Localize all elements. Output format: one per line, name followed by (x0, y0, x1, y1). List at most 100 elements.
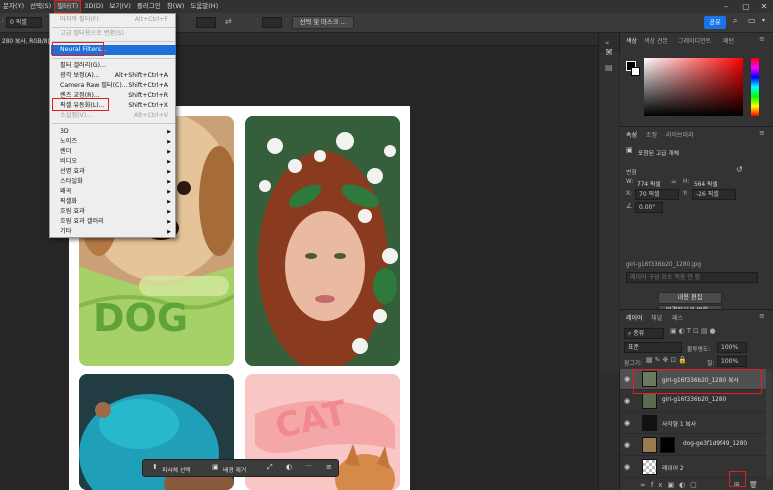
menu-item-lens-correction[interactable]: 렌즈 교정(R)... Shift+Ctrl+R (51, 91, 176, 101)
eye-icon[interactable]: ◉ (624, 397, 630, 405)
menu-item-neural-filters[interactable]: Neural Filters... (51, 45, 176, 55)
link-icon[interactable]: ∞ (671, 178, 677, 186)
menu-item-3d[interactable]: 3D ▶ (51, 127, 176, 137)
tab-layers[interactable]: 레이어 (626, 313, 643, 322)
layer-filter-kind[interactable]: ⌕ 종류 (624, 328, 664, 339)
eye-icon[interactable]: ◉ (624, 375, 630, 383)
layer-name[interactable]: girl-g16f336b20_1280 복사 (662, 375, 739, 384)
tab-properties[interactable]: 속성 (626, 130, 637, 139)
height-input[interactable] (262, 17, 282, 28)
transform-icon[interactable]: ⤢ (267, 463, 273, 472)
menu-item-stylize[interactable]: 스타일화 ▶ (51, 177, 176, 187)
fill-input[interactable]: 100% (717, 356, 747, 367)
blend-mode-select[interactable]: 표준 (624, 342, 682, 353)
tab-adjustments[interactable]: 조정 (646, 130, 657, 139)
reset-icon[interactable]: ↺ (736, 165, 743, 174)
menu-item-sharpen[interactable]: 선명 효과 ▶ (51, 167, 176, 177)
eye-icon[interactable]: ◉ (624, 463, 630, 471)
more-options-button[interactable]: ··· (306, 464, 312, 470)
menu-select[interactable]: 선택(S) (27, 0, 54, 13)
layer-comp-select[interactable]: 레이어 구성 요소 적용 안 함 (626, 272, 758, 283)
collapse-icon[interactable]: « (605, 39, 609, 47)
menu-filter[interactable]: 필터(T) (54, 0, 82, 13)
layer-filter-icons[interactable]: ▣◐T⊡▤● (670, 327, 718, 335)
feather-input[interactable]: 0 픽셀 (6, 17, 42, 28)
width-input[interactable] (196, 17, 216, 28)
menu-item-vanishing-point[interactable]: 소실점(V)... Alt+Ctrl+V (51, 111, 176, 121)
new-layer-icon[interactable]: ⊞ (734, 481, 740, 489)
menu-type[interactable]: 문자(Y) (0, 0, 27, 13)
color-field[interactable] (644, 58, 743, 116)
menu-item-noise[interactable]: 노이즈 ▶ (51, 137, 176, 147)
layer-name[interactable]: 레이어 2 (662, 463, 684, 472)
search-icon[interactable]: ⌕ (733, 16, 737, 26)
background-color-swatch[interactable] (631, 67, 640, 76)
menu-item-render[interactable]: 렌더 ▶ (51, 147, 176, 157)
menu-3d[interactable]: 3D(D) (81, 0, 106, 13)
layers-scrollbar[interactable] (766, 369, 772, 479)
menu-item-filter-gallery[interactable]: 필터 갤러리(G)... (51, 61, 176, 71)
y-input[interactable]: -26 픽셀 (692, 189, 736, 200)
remove-background-button[interactable]: 배경 제거 (223, 465, 246, 474)
lock-icons[interactable]: ▦✎✥⊡🔒 (646, 356, 689, 364)
opacity-input[interactable]: 100% (717, 342, 747, 353)
eye-icon[interactable]: ◉ (624, 419, 630, 427)
w-value[interactable]: 774 픽셀 (637, 179, 661, 188)
settings-icon[interactable]: ≡ (326, 463, 332, 471)
layer-row[interactable]: ◉ girl-g16f336b20_1280 복사 (620, 369, 766, 390)
menu-item-last-filter[interactable]: 마지막 필터(F) Alt+Ctrl+F (51, 15, 176, 25)
menu-item-camera-raw[interactable]: Camera Raw 필터(C)... Shift+Ctrl+A (51, 81, 176, 91)
menu-item-distort[interactable]: 왜곡 ▶ (51, 187, 176, 197)
menu-item-liquify[interactable]: 픽셀 유동화(L)... Shift+Ctrl+X (51, 101, 176, 111)
layer-row[interactable]: ◉ 레이어 2 (620, 457, 766, 478)
x-input[interactable]: 70 픽셀 (635, 189, 679, 200)
panel-menu-icon[interactable]: ≡ (759, 312, 765, 320)
tab-color[interactable]: 색상 (626, 36, 637, 45)
menu-view[interactable]: 보기(V) (106, 0, 133, 13)
eye-icon[interactable]: ◉ (624, 441, 630, 449)
select-subject-button[interactable]: 피사체 선택 (162, 465, 191, 474)
menu-item-pixelate[interactable]: 픽셀화 ▶ (51, 197, 176, 207)
tab-paths[interactable]: 패스 (672, 313, 683, 322)
panel-menu-icon[interactable]: ≡ (759, 35, 765, 43)
adjust-icon[interactable]: ◐ (286, 463, 292, 471)
menu-item-adaptive-wide-angle[interactable]: 광각 보정(A)... Alt+Shift+Ctrl+A (51, 71, 176, 81)
layer-name[interactable]: 사각형 1 복사 (662, 419, 696, 428)
menu-window[interactable]: 창(W) (164, 0, 187, 13)
close-icon[interactable]: ✕ (754, 0, 773, 13)
layer-name[interactable]: girl-g16f336b20_1280 (662, 397, 726, 403)
chevron-down-icon[interactable]: ▾ (762, 17, 765, 24)
angle-input[interactable]: 0.00° (635, 202, 663, 213)
minimize-icon[interactable]: – (716, 0, 736, 13)
layer-row[interactable]: ◉ 사각형 1 복사 (620, 413, 766, 434)
menu-item-blur[interactable]: 흐림 효과 ▶ (51, 207, 176, 217)
menu-item-blur-gallery[interactable]: 흐림 효과 갤러리 ▶ (51, 217, 176, 227)
document-tab[interactable]: 280 복사, RGB/8) (2, 36, 50, 45)
hue-slider[interactable] (751, 58, 759, 116)
menu-help[interactable]: 도움말(H) (187, 0, 221, 13)
tab-libraries[interactable]: 라이브러리 (666, 130, 694, 139)
tab-patterns[interactable]: 패턴 (723, 36, 734, 45)
layer-footer-icons[interactable]: ∞fx▣◐▢ (640, 481, 702, 489)
panel-menu-icon[interactable]: ≡ (759, 129, 765, 137)
select-and-mask-button[interactable]: 선택 및 마스크 ... (292, 16, 354, 29)
trash-icon[interactable]: 🗑 (749, 481, 758, 489)
tab-gradients[interactable]: 그레이디언트 (678, 36, 711, 45)
tab-swatches[interactable]: 색상 견본 (644, 36, 668, 45)
tab-channels[interactable]: 채널 (651, 313, 662, 322)
h-value[interactable]: 564 픽셀 (694, 179, 718, 188)
swap-icon[interactable]: ⇄ (225, 17, 232, 26)
maximize-icon[interactable]: ▢ (736, 0, 756, 13)
workspace-icon[interactable]: ▭ (748, 16, 756, 25)
opacity-label: 불투명도: (687, 347, 711, 353)
edit-contents-button[interactable]: 내용 편집 (658, 292, 722, 304)
menu-plugins[interactable]: 플러그인 (134, 0, 164, 13)
layer-row[interactable]: ◉ girl-g16f336b20_1280 (620, 391, 766, 412)
menu-item-other[interactable]: 기타 ▶ (51, 227, 176, 237)
layer-row[interactable]: ◉ dog-ge3f1d9f49_1280 (620, 435, 766, 456)
layer-name[interactable]: dog-ge3f1d9f49_1280 (683, 441, 747, 447)
strip-scrollbar[interactable] (600, 53, 620, 373)
menu-item-convert-smart-filters[interactable]: 고급 필터용으로 변환(S) (51, 29, 176, 39)
share-button[interactable]: 공유 (704, 16, 726, 29)
menu-item-video[interactable]: 비디오 ▶ (51, 157, 176, 167)
